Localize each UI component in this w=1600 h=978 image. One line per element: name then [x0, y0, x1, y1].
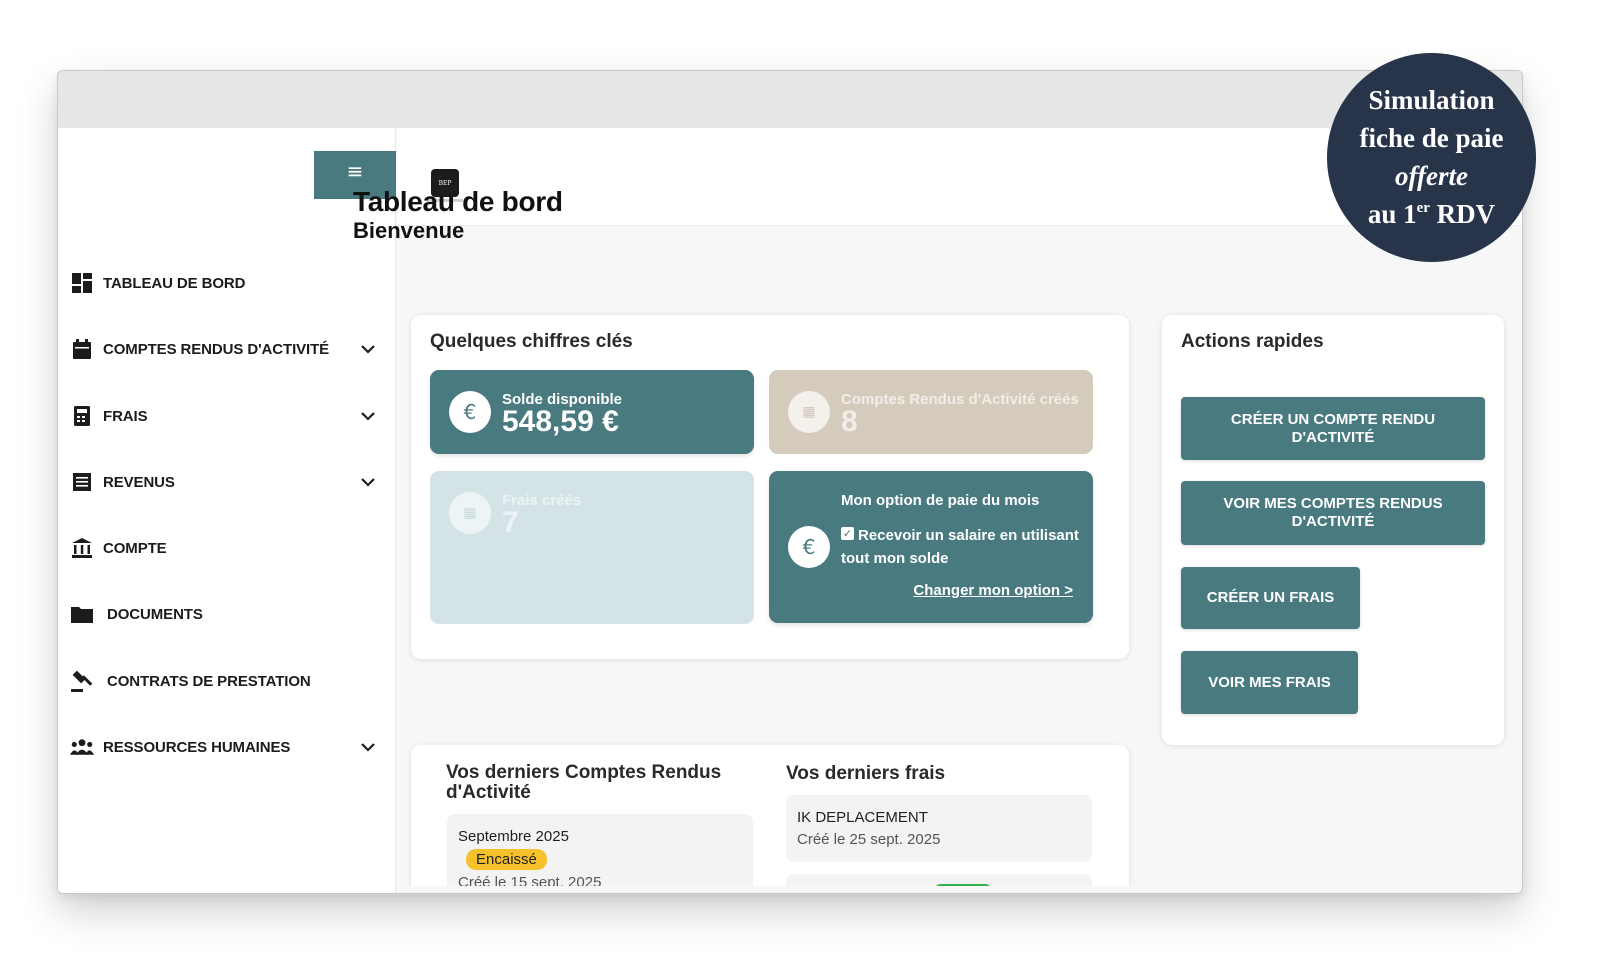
sidebar-item-label: TABLEAU DE BORD — [103, 274, 246, 292]
list-item[interactable] — [786, 874, 1092, 886]
pay-option-text: Recevoir un salaire en utilisant tout mo… — [841, 527, 1079, 567]
reports-label: Comptes Rendus d'Activité créés — [841, 391, 1079, 408]
sidebar-item-comptes-rendus[interactable]: COMPTES RENDUS D'ACTIVITÉ — [58, 329, 396, 369]
gavel-icon — [70, 669, 94, 693]
quick-actions-card: Actions rapides CRÉER UN COMPTE RENDU D'… — [1162, 315, 1504, 745]
change-option-link[interactable]: Changer mon option > — [913, 582, 1073, 599]
dashboard-icon — [70, 271, 94, 295]
sidebar-item-frais[interactable]: FRAIS — [58, 396, 396, 436]
list-item[interactable]: IK DEPLACEMENT Créé le 25 sept. 2025 — [786, 795, 1092, 862]
list-item[interactable]: Septembre 2025 Encaissé Créé le 15 sept.… — [447, 814, 753, 886]
view-reports-button[interactable]: VOIR MES COMPTES RENDUS D'ACTIVITÉ — [1181, 481, 1485, 545]
recent-reports-title: Vos derniers Comptes Rendus d'Activité — [446, 762, 722, 803]
sidebar-item-label: DOCUMENTS — [107, 605, 203, 623]
status-badge: Encaissé — [466, 849, 547, 870]
recent-expenses-title: Vos derniers frais — [786, 763, 946, 784]
report-item-title: Septembre 2025 — [458, 828, 569, 845]
window-titlebar — [58, 71, 1522, 128]
sidebar-item-revenus[interactable]: REVENUS — [58, 462, 396, 502]
hamburger-icon: ≡ — [346, 159, 364, 183]
expense-item-title: IK DEPLACEMENT — [797, 809, 928, 826]
balance-stat: € Solde disponible 548,59 € — [430, 370, 754, 454]
page-subtitle: Bienvenue — [353, 218, 465, 243]
sidebar-item-contrats[interactable]: CONTRATS DE PRESTATION — [58, 661, 396, 701]
sidebar: ≡ TABLEAU DE BORD COMPTES RENDUS D'ACTIV… — [58, 128, 396, 893]
expense-item-date: Créé le 25 sept. 2025 — [797, 831, 941, 848]
pay-option-stat: Mon option de paie du mois € ✓ Recevoir … — [769, 471, 1093, 623]
create-report-button[interactable]: CRÉER UN COMPTE RENDU D'ACTIVITÉ — [1181, 397, 1485, 460]
create-expense-button[interactable]: CRÉER UN FRAIS — [1181, 567, 1360, 629]
sidebar-item-compte[interactable]: COMPTE — [58, 528, 396, 568]
sidebar-item-label: COMPTE — [103, 539, 167, 557]
reports-stat: ▦ Comptes Rendus d'Activité créés 8 — [769, 370, 1093, 454]
balance-value: 548,59 € — [502, 405, 619, 438]
calculator-icon — [70, 404, 94, 428]
chevron-down-icon[interactable] — [358, 472, 378, 492]
calendar-icon — [70, 337, 94, 361]
pay-option-title: Mon option de paie du mois — [841, 492, 1040, 509]
chevron-down-icon[interactable] — [358, 406, 378, 426]
sidebar-item-label: COMPTES RENDUS D'ACTIVITÉ — [103, 340, 330, 358]
euro-icon: € — [788, 526, 830, 568]
receipt-icon — [70, 470, 94, 494]
euro-icon: € — [449, 391, 491, 433]
view-expenses-button[interactable]: VOIR MES FRAIS — [1181, 651, 1358, 714]
key-figures-title: Quelques chiffres clés — [430, 331, 633, 352]
bank-icon — [70, 536, 94, 560]
screenshot-stage: ≡ TABLEAU DE BORD COMPTES RENDUS D'ACTIV… — [0, 0, 1600, 978]
expenses-stat: ▦ Frais créés 7 — [430, 471, 754, 624]
calculator-icon: ▦ — [449, 492, 491, 534]
sidebar-item-label: FRAIS — [103, 407, 148, 425]
chevron-down-icon[interactable] — [358, 339, 378, 359]
sidebar-item-label: REVENUS — [103, 473, 175, 491]
quick-actions-title: Actions rapides — [1181, 331, 1324, 352]
key-figures-card: Quelques chiffres clés € Solde disponibl… — [411, 315, 1129, 659]
sidebar-item-tableau-de-bord[interactable]: TABLEAU DE BORD — [58, 263, 396, 303]
reports-value: 8 — [841, 405, 858, 438]
sidebar-item-ressources-humaines[interactable]: RESSOURCES HUMAINES — [58, 727, 396, 767]
chevron-down-icon[interactable] — [358, 737, 378, 757]
sidebar-item-label: CONTRATS DE PRESTATION — [107, 672, 311, 690]
recent-items-card: Vos derniers Comptes Rendus d'Activité V… — [411, 745, 1129, 886]
folder-icon — [70, 602, 94, 626]
page-title: Tableau de bord — [353, 186, 563, 217]
sidebar-item-documents[interactable]: DOCUMENTS — [58, 594, 396, 634]
sidebar-item-label: RESSOURCES HUMAINES — [103, 738, 291, 756]
expenses-value: 7 — [502, 506, 519, 539]
report-item-date: Créé le 15 sept. 2025 — [458, 874, 602, 886]
status-badge — [934, 884, 992, 886]
calendar-icon: ▦ — [788, 391, 830, 433]
recent-clip: Vos derniers Comptes Rendus d'Activité V… — [400, 735, 1140, 886]
people-icon — [70, 735, 94, 759]
promo-badge: Simulation fiche de paie offerte au 1er … — [1327, 53, 1536, 262]
